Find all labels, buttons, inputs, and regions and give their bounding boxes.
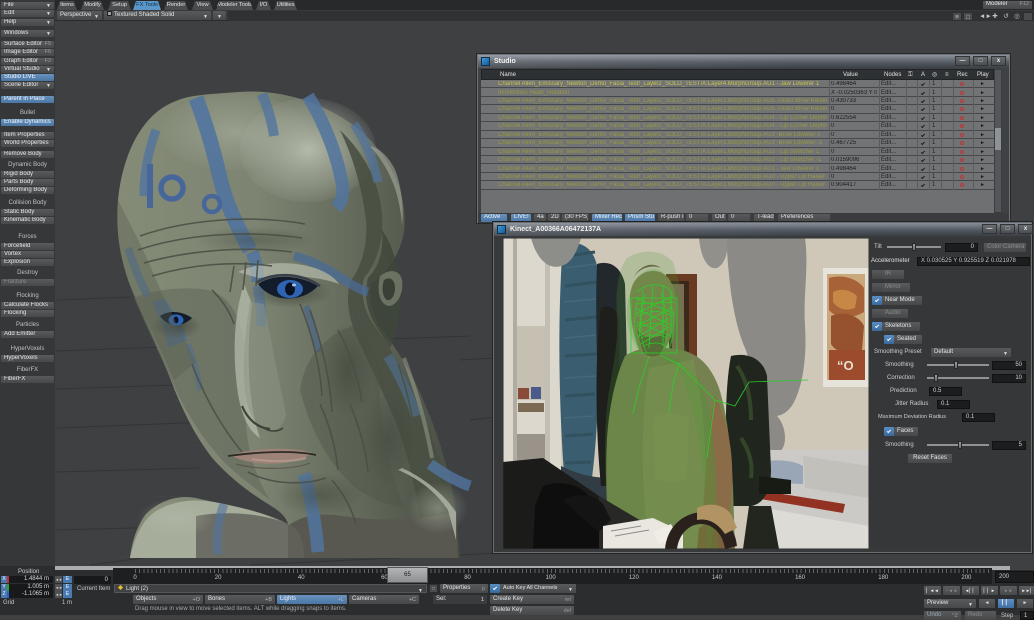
svg-text:“O: “O [837,358,854,373]
